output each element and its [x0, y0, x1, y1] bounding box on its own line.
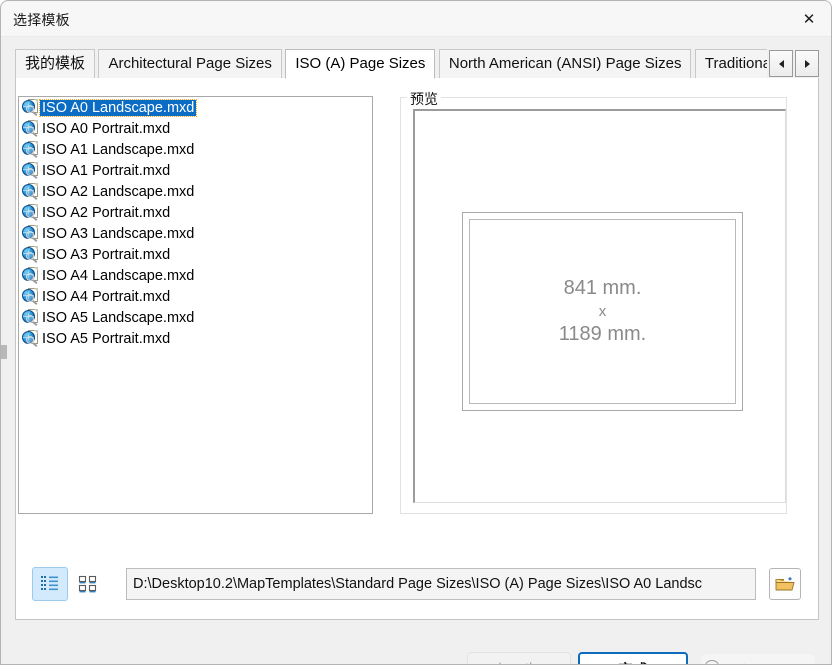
open-folder-icon — [775, 577, 795, 591]
template-path-value: D:\Desktop10.2\MapTemplates\Standard Pag… — [133, 576, 703, 592]
preview-width-text: 841 mm. — [563, 277, 642, 300]
tab-scroll-left-button[interactable] — [769, 50, 793, 77]
dialog-title: 选择模板 — [13, 12, 70, 28]
list-view-toggle-button[interactable] — [32, 567, 68, 601]
list-item-label: ISO A0 Portrait.mxd — [42, 120, 171, 137]
list-item[interactable]: ISO A0 Portrait.mxd — [19, 118, 372, 139]
dialog-titlebar: 选择模板 ✕ — [1, 1, 831, 37]
wechat-watermark: GIS前沿 地图 — [701, 654, 815, 665]
preview-height-text: 1189 mm. — [558, 323, 647, 346]
list-item[interactable]: ISO A3 Landscape.mxd — [19, 223, 372, 244]
preview-group-label: 预览 — [407, 89, 441, 109]
mxd-document-icon — [22, 120, 39, 137]
window-edge-artifact — [1, 345, 7, 359]
tab-iso-a-page-sizes[interactable]: ISO (A) Page Sizes — [285, 49, 436, 79]
list-item-label: ISO A0 Landscape.mxd — [38, 98, 198, 117]
back-button[interactable]: < 上一步(B) — [467, 652, 571, 664]
preview-separator-text: x — [598, 302, 607, 320]
list-item-label: ISO A5 Landscape.mxd — [42, 309, 195, 326]
preview-page-outline: 841 mm. x 1189 mm. — [462, 212, 743, 411]
preview-area: 841 mm. x 1189 mm. — [413, 109, 786, 503]
list-item-label: ISO A4 Landscape.mxd — [42, 267, 195, 284]
mxd-document-icon — [22, 267, 39, 284]
list-item-label: ISO A1 Portrait.mxd — [42, 162, 171, 179]
preview-page-inner: 841 mm. x 1189 mm. — [469, 219, 736, 404]
list-item-label: ISO A5 Portrait.mxd — [42, 330, 171, 347]
tab-traditional-layouts[interactable]: Traditional I — [694, 49, 767, 79]
template-path-input[interactable]: D:\Desktop10.2\MapTemplates\Standard Pag… — [126, 568, 756, 600]
browse-folder-button[interactable] — [769, 568, 801, 600]
tab-scroll-right-button[interactable] — [795, 50, 819, 77]
list-item[interactable]: ISO A5 Portrait.mxd — [19, 328, 372, 349]
list-item[interactable]: ISO A4 Landscape.mxd — [19, 265, 372, 286]
mxd-document-icon — [22, 288, 39, 305]
watermark-overlay-text: 地图 — [735, 660, 761, 665]
mxd-document-icon — [22, 141, 39, 158]
close-button[interactable]: ✕ — [785, 1, 831, 37]
tab-architectural-page-sizes[interactable]: Architectural Page Sizes — [98, 49, 282, 79]
tab-north-american-ansi-page-sizes[interactable]: North American (ANSI) Page Sizes — [438, 49, 692, 79]
list-item[interactable]: ISO A0 Landscape.mxd — [19, 97, 372, 118]
chevron-left-icon — [778, 59, 784, 68]
list-item-label: ISO A2 Portrait.mxd — [42, 204, 171, 221]
mxd-document-icon — [22, 183, 39, 200]
tab-list: 我的模板 Architectural Page Sizes ISO (A) Pa… — [15, 49, 767, 79]
template-list[interactable]: ISO A0 Landscape.mxd ISO A0 Portrait.mxd… — [18, 96, 373, 514]
chevron-right-icon — [804, 59, 810, 68]
list-item[interactable]: ISO A4 Portrait.mxd — [19, 286, 372, 307]
list-item-label: ISO A2 Landscape.mxd — [42, 183, 195, 200]
list-item[interactable]: ISO A1 Landscape.mxd — [19, 139, 372, 160]
mxd-document-icon — [22, 330, 39, 347]
list-item[interactable]: ISO A3 Portrait.mxd — [19, 244, 372, 265]
mxd-document-icon — [22, 204, 39, 221]
finish-button[interactable]: 完成 — [578, 652, 688, 664]
list-item[interactable]: ISO A2 Landscape.mxd — [19, 181, 372, 202]
mxd-document-icon — [22, 225, 39, 242]
thumbnail-view-toggle-button[interactable] — [70, 567, 106, 601]
tab-my-templates[interactable]: 我的模板 — [15, 49, 96, 79]
mxd-document-icon — [22, 246, 39, 263]
close-icon: ✕ — [802, 9, 816, 28]
list-item-label: ISO A3 Portrait.mxd — [42, 246, 171, 263]
list-item[interactable]: ISO A2 Portrait.mxd — [19, 202, 372, 223]
list-item[interactable]: ISO A5 Landscape.mxd — [19, 307, 372, 328]
tab-strip: 我的模板 Architectural Page Sizes ISO (A) Pa… — [15, 49, 819, 79]
list-item-label: ISO A4 Portrait.mxd — [42, 288, 171, 305]
mxd-document-icon — [22, 99, 39, 116]
select-template-dialog: 选择模板 ✕ 我的模板 Architectural Page Sizes ISO… — [0, 0, 832, 665]
mxd-document-icon — [22, 162, 39, 179]
wechat-icon — [705, 659, 731, 664]
dialog-body: 我的模板 Architectural Page Sizes ISO (A) Pa… — [1, 37, 831, 665]
list-item[interactable]: ISO A1 Portrait.mxd — [19, 160, 372, 181]
mxd-document-icon — [22, 309, 39, 326]
list-item-label: ISO A1 Landscape.mxd — [42, 141, 195, 158]
list-item-label: ISO A3 Landscape.mxd — [42, 225, 195, 242]
list-view-icon — [41, 576, 58, 591]
thumbnail-view-icon — [78, 575, 97, 593]
